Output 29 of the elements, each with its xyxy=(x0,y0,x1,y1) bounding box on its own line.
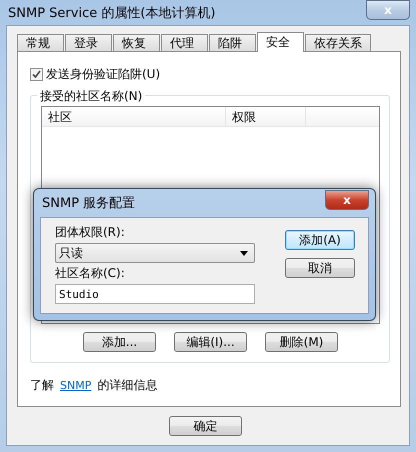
column-header[interactable]: 权限 xyxy=(226,107,306,126)
dialog-button[interactable]: 添加(A) xyxy=(285,230,355,250)
tab[interactable]: 恢复 xyxy=(113,34,160,52)
window-title: SNMP Service 的属性(本地计算机) xyxy=(7,4,216,22)
tab[interactable]: 陷阱 xyxy=(209,34,256,52)
checkbox-label: 发送身份验证陷阱(U) xyxy=(46,66,160,83)
rights-dropdown[interactable]: 只读 xyxy=(55,243,255,263)
tab[interactable]: 安全 xyxy=(257,32,304,52)
snmp-link[interactable]: SNMP xyxy=(60,379,92,392)
column-header[interactable]: 社区 xyxy=(42,107,226,126)
dropdown-arrow-icon xyxy=(240,250,248,256)
list-button[interactable]: 添加... xyxy=(83,332,156,352)
info-text: 的详细信息 xyxy=(97,377,158,394)
community-name-field[interactable]: Studio xyxy=(55,284,255,304)
info-text: 了解 xyxy=(30,377,54,394)
ok-button[interactable]: 确定 xyxy=(169,416,242,436)
close-button[interactable]: x xyxy=(325,190,369,210)
tab[interactable]: 代理 xyxy=(161,34,208,52)
field-label: 团体权限(R): xyxy=(55,224,126,241)
tab[interactable]: 依存关系 xyxy=(305,34,371,52)
group-title: 接受的社区名称(N) xyxy=(37,88,146,105)
dialog-title: SNMP 服务配置 xyxy=(41,195,136,212)
list-button[interactable]: 编辑(I)... xyxy=(174,332,247,352)
checkbox[interactable] xyxy=(30,68,43,81)
dialog-button[interactable]: 取消 xyxy=(285,258,355,278)
tab[interactable]: 登录 xyxy=(65,34,112,52)
field-label: 社区名称(C): xyxy=(55,265,126,282)
list-button[interactable]: 删除(M) xyxy=(265,332,338,352)
tab[interactable]: 常规 xyxy=(17,34,64,52)
